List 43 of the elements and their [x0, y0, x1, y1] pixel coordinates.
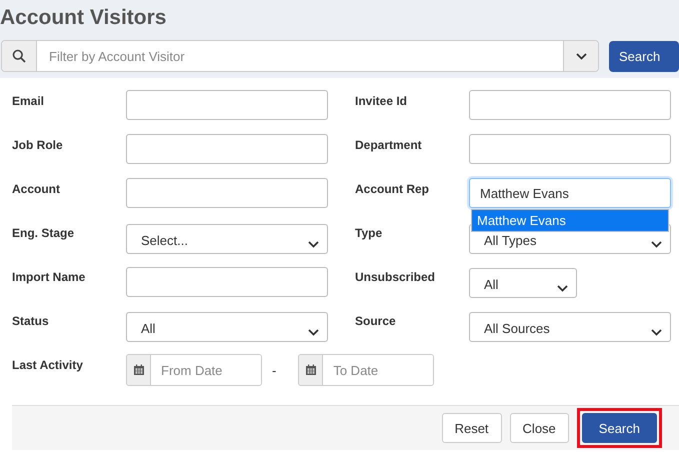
search-button[interactable]: Search	[609, 40, 679, 72]
select-dropdown[interactable]: All Sources	[469, 312, 671, 342]
date-field[interactable]: To Date	[298, 354, 434, 386]
chevron-down-icon	[651, 241, 662, 248]
field-label: Account	[12, 181, 61, 196]
field-label: Invitee Id	[355, 93, 408, 108]
text-input[interactable]	[469, 134, 671, 164]
calendar-icon[interactable]	[127, 355, 151, 385]
field-label: Import Name	[12, 269, 86, 284]
text-input[interactable]	[126, 267, 328, 297]
chevron-down-icon	[308, 241, 319, 248]
select-dropdown[interactable]: Select...	[126, 224, 328, 254]
calendar-icon[interactable]	[299, 355, 324, 385]
select-dropdown[interactable]: All	[126, 312, 328, 342]
field-label: Account Rep	[355, 181, 430, 196]
chevron-down-icon	[308, 329, 319, 336]
range-separator: -	[272, 362, 276, 378]
field-label: Department	[355, 137, 423, 152]
text-input[interactable]	[126, 90, 328, 120]
text-input[interactable]: Matthew Evans	[469, 178, 671, 208]
field-label: Status	[12, 313, 50, 328]
footer-button[interactable]: Reset	[442, 413, 502, 443]
chevron-down-icon	[576, 52, 586, 60]
field-label: Source	[355, 313, 397, 328]
chevron-down-icon	[557, 285, 568, 292]
select-dropdown[interactable]: All	[469, 268, 577, 298]
page-title: Account Visitors	[0, 6, 166, 30]
text-input[interactable]	[469, 90, 671, 120]
field-label: Job Role	[12, 137, 64, 152]
search-button[interactable]: Search	[582, 413, 657, 443]
suggestion-item[interactable]: Matthew Evans	[472, 210, 668, 231]
field-label: Last Activity	[12, 357, 84, 372]
dropdown-toggle[interactable]	[563, 41, 598, 71]
text-input[interactable]	[126, 178, 328, 208]
field-label: Type	[355, 225, 384, 240]
field-label: Unsubscribed	[355, 269, 436, 284]
chevron-down-icon	[651, 329, 662, 336]
field-label: Eng. Stage	[12, 225, 76, 240]
footer-button[interactable]: Close	[510, 413, 569, 443]
date-field[interactable]: From Date	[126, 354, 262, 386]
field-label: Email	[12, 93, 46, 108]
filter-field[interactable]: Filter by Account Visitor	[1, 40, 599, 72]
text-input[interactable]	[126, 134, 328, 164]
